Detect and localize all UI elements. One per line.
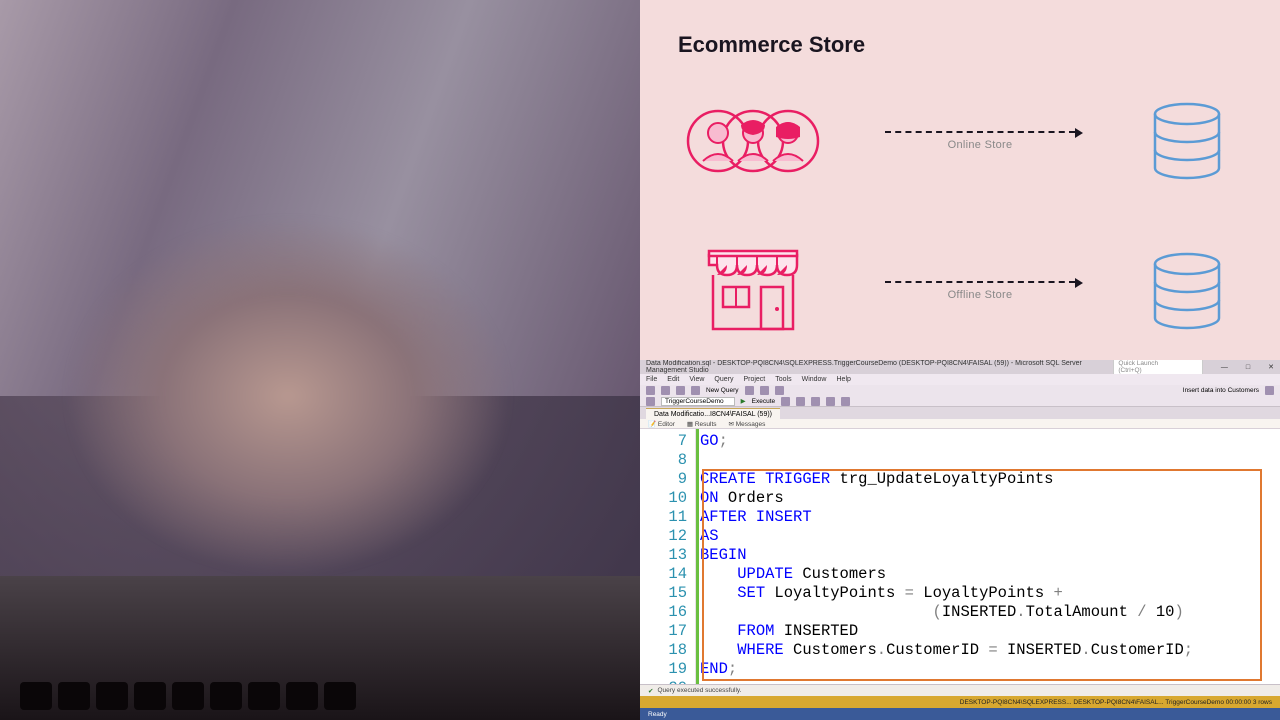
new-query-button[interactable]: New Query (706, 387, 739, 394)
toolbar-icon[interactable] (676, 386, 685, 395)
maximize-icon[interactable]: □ (1246, 364, 1250, 371)
success-icon: ✔ (648, 687, 653, 695)
code-content[interactable]: GO;CREATE TRIGGER trg_UpdateLoyaltyPoint… (696, 429, 1280, 684)
ssms-statusbar-2: Ready (640, 708, 1280, 720)
toolbar-icon[interactable] (760, 386, 769, 395)
users-icon (678, 105, 828, 177)
diagram-title: Ecommerce Store (678, 32, 1242, 58)
code-line[interactable] (700, 451, 1280, 470)
db-selector[interactable]: TriggerCourseDemo (661, 397, 735, 406)
toolbar-icon[interactable] (646, 397, 655, 406)
line-gutter: 789101112131415161718192021 (640, 429, 696, 684)
menu-edit[interactable]: Edit (667, 376, 679, 383)
ssms-tab-active[interactable]: Data Modificatio...I8CN4\FAISAL (59)) (646, 408, 780, 419)
status-right: DESKTOP-PQI8CN4\SQLEXPRESS... DESKTOP-PQ… (960, 699, 1272, 706)
menu-view[interactable]: View (689, 376, 704, 383)
toolbar-icon[interactable] (661, 386, 670, 395)
ssms-results-bar: ✔ Query executed successfully. (640, 684, 1280, 696)
toolbar-icon[interactable] (1265, 386, 1274, 395)
arrow-label-online: Online Store (948, 139, 1013, 151)
minimize-icon[interactable]: — (1221, 364, 1228, 371)
arrow-label-offline: Offline Store (948, 289, 1013, 301)
ssms-window: Data Modification.sql - DESKTOP-PQI8CN4\… (640, 360, 1280, 720)
menu-window[interactable]: Window (802, 376, 827, 383)
code-editor[interactable]: 789101112131415161718192021 GO;CREATE TR… (640, 429, 1280, 684)
close-icon[interactable]: ✕ (1268, 363, 1274, 371)
ssms-subtabs: 📝 Editor ▦ Results ✉ Messages (640, 419, 1280, 429)
toolbar-icon[interactable] (781, 397, 790, 406)
ssms-toolbar-1: New Query Insert data into Customers (640, 385, 1280, 396)
photo-panel (0, 0, 640, 720)
menu-query[interactable]: Query (714, 376, 733, 383)
ssms-statusbar-1: DESKTOP-PQI8CN4\SQLEXPRESS... DESKTOP-PQ… (640, 696, 1280, 708)
database-icon (1132, 100, 1242, 182)
toolbar-icon[interactable] (796, 397, 805, 406)
ssms-toolbar-2: TriggerCourseDemo ▶ Execute (640, 396, 1280, 407)
ssms-window-title: Data Modification.sql - DESKTOP-PQI8CN4\… (646, 360, 1113, 374)
menu-help[interactable]: Help (837, 376, 851, 383)
toolbar-icon[interactable] (745, 386, 754, 395)
diagram-panel: Ecommerce Store (640, 0, 1280, 360)
photo-hand (64, 216, 512, 576)
status-ready: Ready (648, 711, 667, 718)
ssms-tabs: Data Modificatio...I8CN4\FAISAL (59)) (640, 407, 1280, 419)
toolbar-icon[interactable] (775, 386, 784, 395)
toolbar-icon[interactable] (691, 386, 700, 395)
subtab-results[interactable]: ▦ Results (687, 420, 717, 428)
results-message: Query executed successfully. (657, 687, 741, 694)
arrow-icon (885, 131, 1075, 133)
highlight-box (702, 469, 1262, 681)
quick-launch-input[interactable]: Quick Launch (Ctrl+Q) (1113, 359, 1203, 375)
toolbar-text: Insert data into Customers (1183, 387, 1259, 394)
subtab-messages[interactable]: ✉ Messages (729, 420, 766, 428)
subtab-editor[interactable]: 📝 Editor (648, 420, 675, 428)
ssms-titlebar: Data Modification.sql - DESKTOP-PQI8CN4\… (640, 360, 1280, 374)
menu-file[interactable]: File (646, 376, 657, 383)
store-icon (678, 247, 828, 335)
photo-laptop (0, 576, 640, 720)
toolbar-icon[interactable] (646, 386, 655, 395)
toolbar-icon[interactable] (811, 397, 820, 406)
toolbar-icon[interactable] (826, 397, 835, 406)
menu-project[interactable]: Project (743, 376, 765, 383)
execute-button[interactable]: Execute (752, 398, 776, 405)
toolbar-icon[interactable] (841, 397, 850, 406)
diagram-row-offline: Offline Store (678, 226, 1242, 356)
database-icon (1132, 250, 1242, 332)
ssms-menubar: File Edit View Query Project Tools Window Help (640, 374, 1280, 385)
menu-tools[interactable]: Tools (775, 376, 791, 383)
arrow-icon (885, 281, 1075, 283)
code-line[interactable]: GO; (700, 432, 1280, 451)
diagram-row-online: Online Store (678, 76, 1242, 206)
